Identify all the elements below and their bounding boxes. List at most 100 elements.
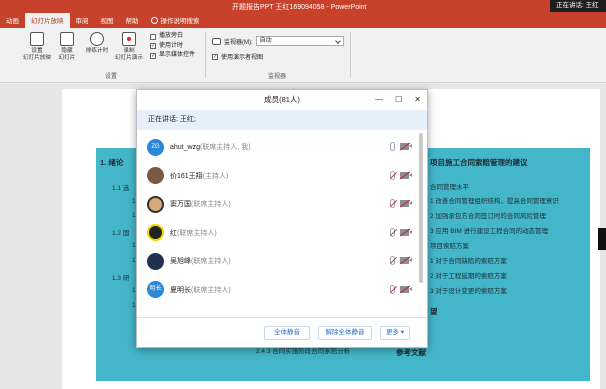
edge-bar (598, 228, 606, 250)
ribbon: 设置 幻灯片放映 隐藏 幻灯片 排练计时 录制 幻灯片演示 播放旁白 ✓ 使用计… (0, 28, 606, 83)
tab-review[interactable]: 审阅 (70, 13, 95, 28)
right-item: 合同管理水平 (430, 184, 469, 191)
use-timings-checkbox[interactable]: ✓ 使用计时 (150, 42, 195, 52)
scrollbar-thumb[interactable] (419, 133, 423, 283)
tab-view[interactable]: 视图 (95, 13, 120, 28)
list-item[interactable]: 明长 夏明长(联席主持人) (137, 276, 427, 305)
list-item[interactable]: ZG ahut_wzg(联席主持人, 我) (137, 133, 427, 162)
camera-off-icon[interactable] (400, 228, 412, 236)
microphone-off-icon[interactable] (390, 199, 395, 208)
camera-off-icon[interactable] (400, 257, 412, 264)
monitor-row: 监视器(M): 自动 (212, 36, 344, 46)
right-item: 项目索赔方案 (430, 243, 469, 250)
avatar (147, 224, 164, 242)
record-slideshow-button[interactable]: 录制 幻灯片演示 (112, 32, 146, 62)
speaking-notification: 正在讲话: 王红 (550, 0, 606, 12)
setup-slideshow-label: 设置 幻灯片放映 (23, 48, 51, 61)
show-media-controls-label: 显示媒体控件 (159, 52, 196, 58)
tab-slideshow[interactable]: 幻灯片放映 (25, 13, 70, 28)
monitor-select[interactable]: 自动 (255, 36, 344, 46)
presenter-view-label: 使用演示者视图 (221, 55, 264, 61)
member-name: 夏明长(联席主持人) (170, 286, 231, 294)
camera-off-icon[interactable] (400, 285, 412, 293)
use-timings-label: 使用计时 (159, 42, 184, 49)
member-name: 价161王翔(主持人) (170, 172, 229, 180)
member-controls (390, 199, 412, 208)
checkmark-icon: ✓ (150, 52, 156, 59)
left-item: 1.3 研 (112, 275, 130, 282)
right-item: 2 对于工程延期的索赔方案 (430, 273, 507, 280)
members-dialog: 成员(81人) — ☐ ✕ 正在讲话: 王红; ZG ahut_wzg(联席主持… (136, 89, 428, 348)
avatar: ZG (147, 138, 164, 156)
hide-slide-icon (60, 32, 74, 46)
avatar: 明长 (147, 281, 164, 299)
list-item[interactable]: 红(联席主持人) (137, 219, 427, 248)
group-label-setup: 设置 (105, 74, 118, 80)
mute-all-button[interactable]: 全体静音 (264, 326, 310, 340)
microphone-off-icon[interactable] (390, 284, 395, 294)
speaking-banner: 正在讲话: 王红; (137, 110, 427, 130)
member-controls (390, 256, 412, 265)
microphone-off-icon[interactable] (390, 227, 395, 237)
close-icon[interactable]: ✕ (414, 95, 421, 104)
member-name: 吴旭峰(联席主持人) (170, 258, 231, 266)
right-item: 2 加强承包方合同签订时的合同风险管理 (430, 213, 546, 220)
right-item: 3 对于设计变更的索赔方案 (430, 288, 507, 295)
member-name: 红(联席主持人) (170, 229, 217, 237)
avatar (147, 195, 164, 213)
presenter-view-checkbox[interactable]: ✓ 使用演示者视图 (212, 52, 263, 61)
left-item: 1.1 选 (112, 185, 130, 192)
play-narration-label: 播放旁白 (159, 33, 184, 39)
member-list: ZG ahut_wzg(联席主持人, 我) 价161王翔(主持人) 窦万国(联席… (137, 133, 427, 304)
monitor-label: 监视器(M): (224, 39, 253, 46)
minimize-icon[interactable]: — (375, 95, 383, 104)
hide-slide-button[interactable]: 隐藏 幻灯片 (50, 32, 84, 62)
checkbox-empty-icon (150, 33, 156, 40)
microphone-icon[interactable] (390, 142, 395, 151)
member-list-scrollbar[interactable] (419, 133, 423, 318)
show-media-controls-checkbox[interactable]: ✓ 显示媒体控件 (150, 51, 195, 61)
setup-slideshow-button[interactable]: 设置 幻灯片放映 (20, 32, 54, 62)
member-controls (390, 227, 412, 237)
right-item: 1 对于合同缺陷的索赔方案 (430, 258, 507, 265)
microphone-off-icon[interactable] (390, 170, 395, 180)
group-label-monitor: 监视器 (268, 74, 287, 80)
camera-off-icon[interactable] (400, 143, 412, 150)
right-item: 1 改善合同管理组织结构，提高合同管理意识 (430, 198, 559, 205)
tell-me-search[interactable]: 操作说明搜索 (145, 13, 206, 28)
list-item[interactable]: 价161王翔(主持人) (137, 162, 427, 191)
right-tail: 望 (430, 307, 438, 316)
left-heading: 1. 绪论 (100, 158, 124, 167)
member-controls (390, 170, 412, 180)
ribbon-divider (205, 32, 206, 78)
monitor-icon (212, 37, 221, 45)
list-item[interactable]: 窦万国(联席主持人) (137, 190, 427, 219)
record-slideshow-label: 录制 幻灯片演示 (115, 48, 143, 61)
checkmark-icon: ✓ (212, 53, 218, 60)
play-narration-checkbox[interactable]: 播放旁白 (150, 32, 195, 42)
list-item[interactable]: 吴旭峰(联席主持人) (137, 247, 427, 276)
maximize-icon[interactable]: ☐ (395, 95, 402, 104)
more-button[interactable]: 更多 ▾ (380, 326, 410, 340)
rehearse-timings-label: 排练计时 (85, 48, 109, 54)
avatar (147, 252, 164, 270)
camera-off-icon[interactable] (400, 171, 412, 179)
left-item: 1.2 国 (112, 230, 130, 237)
unmute-all-button[interactable]: 解除全体静音 (318, 326, 372, 340)
camera-off-icon[interactable] (400, 200, 412, 207)
right-item: 3 应用 BIM 进行建设工程合同的动态管理 (430, 228, 549, 235)
window-title: 开题报告PPT 王红169094058 - PowerPoint (232, 4, 367, 11)
title-bar: 开题报告PPT 王红169094058 - PowerPoint 动画 幻灯片放… (0, 0, 606, 28)
rehearse-timings-button[interactable]: 排练计时 (80, 32, 114, 55)
references-heading: 参考文献 (396, 348, 426, 357)
member-controls (390, 142, 412, 151)
right-heading: 项目施工合同索赔管理的建议 (430, 158, 528, 167)
tab-animations[interactable]: 动画 (0, 13, 25, 28)
hide-slide-label: 隐藏 幻灯片 (58, 48, 76, 61)
microphone-off-icon[interactable] (390, 256, 395, 265)
ribbon-tabs: 动画 幻灯片放映 审阅 视图 帮助 操作说明搜索 (0, 13, 206, 28)
member-name: ahut_wzg(联席主持人, 我) (170, 144, 251, 152)
ribbon-divider (350, 32, 351, 78)
tab-help[interactable]: 帮助 (120, 13, 145, 28)
member-name: 窦万国(联席主持人) (170, 201, 231, 209)
